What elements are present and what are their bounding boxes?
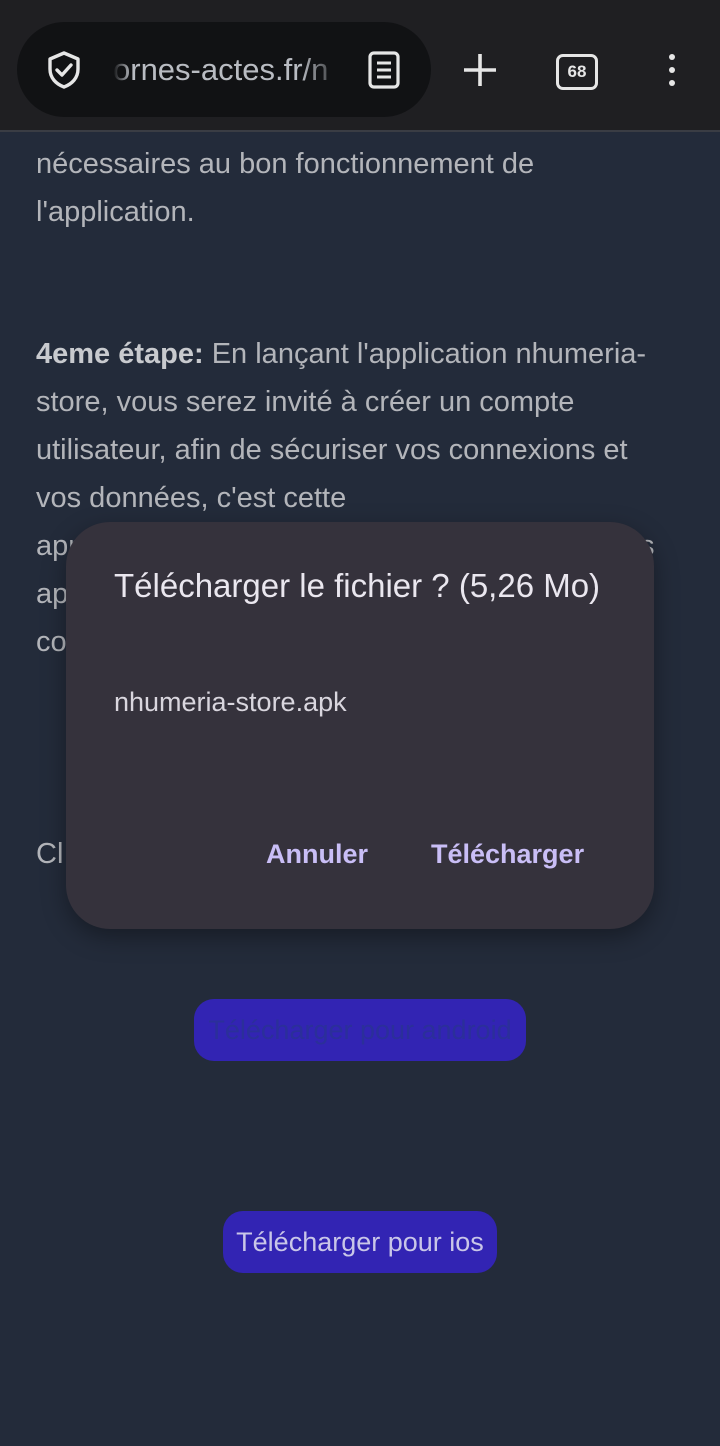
- download-ios-button[interactable]: Télécharger pour ios: [223, 1211, 497, 1273]
- browser-toolbar: ornes-actes.fr/n 68: [0, 0, 720, 132]
- more-menu-icon[interactable]: [660, 50, 684, 90]
- new-tab-icon[interactable]: [460, 50, 500, 90]
- reader-mode-icon[interactable]: [366, 50, 402, 90]
- dialog-title: Télécharger le fichier ? (5,26 Mo): [114, 567, 601, 604]
- url-fade-left: [113, 46, 131, 94]
- paragraph-step4: 4eme étape: En lançant l'application nhu…: [36, 330, 676, 522]
- partial-text-ap: ap: [36, 578, 69, 610]
- paragraph-permissions: nécessaires au bon fonctionnement de l'a…: [36, 148, 535, 228]
- download-confirm-button[interactable]: Télécharger: [431, 834, 584, 874]
- download-android-button[interactable]: Télécharger pour android: [194, 999, 526, 1061]
- step4-label: 4eme étape:: [36, 338, 204, 370]
- tab-switcher-button[interactable]: 68: [556, 54, 598, 90]
- cancel-button[interactable]: Annuler: [266, 834, 368, 874]
- url-fade-right: [300, 46, 345, 94]
- download-dialog: Télécharger le fichier ? (5,26 Mo) nhume…: [66, 522, 654, 929]
- partial-text-co: co: [36, 626, 67, 658]
- dialog-filename: nhumeria-store.apk: [114, 687, 347, 717]
- shield-check-icon[interactable]: [44, 50, 84, 90]
- partial-text-cl: Cl: [36, 838, 64, 870]
